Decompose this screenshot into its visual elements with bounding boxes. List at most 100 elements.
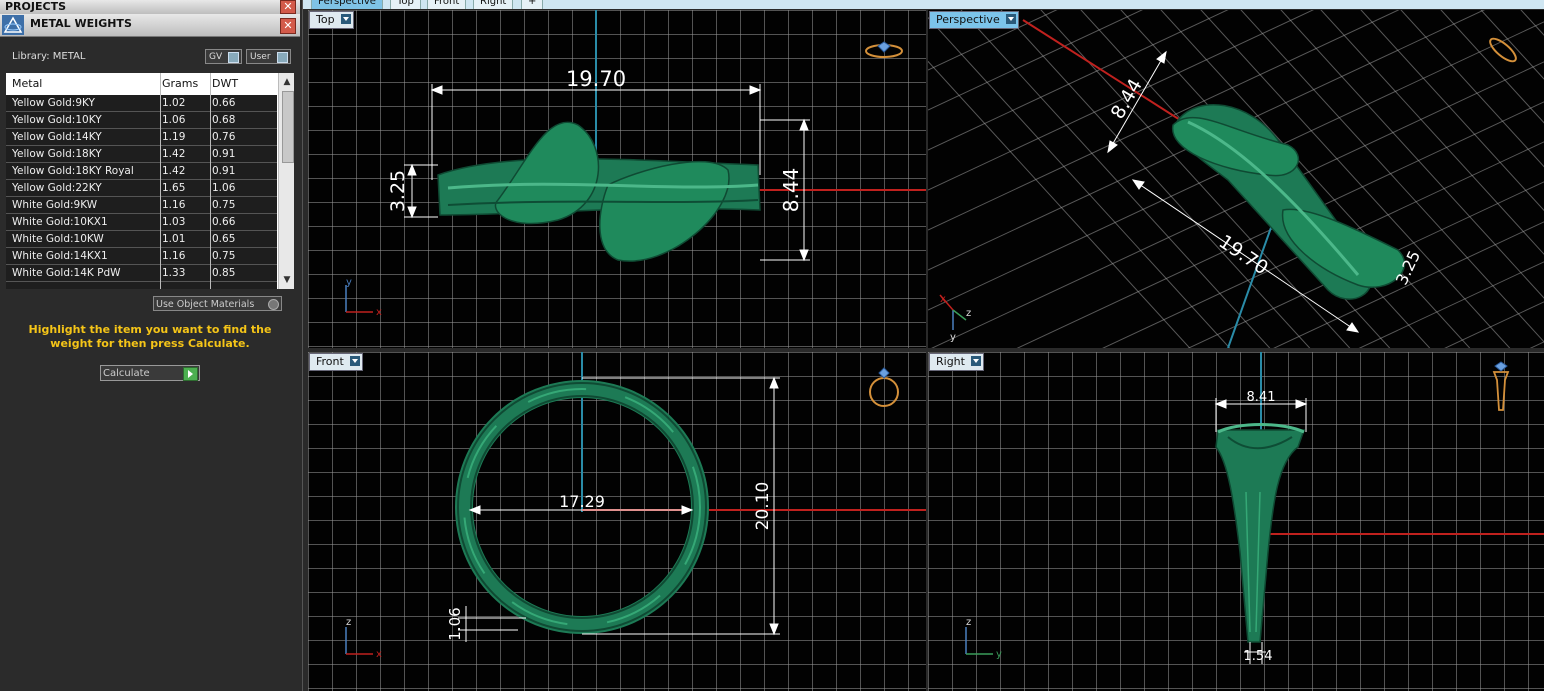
svg-text:y: y: [996, 649, 1002, 660]
right-view-canvas: 8.41 1.54 z y: [965, 352, 1544, 664]
scroll-up-icon[interactable]: ▲: [279, 75, 294, 89]
grams-cell: 1.01: [162, 233, 186, 245]
viewport-perspective[interactable]: 8.44 19.70 3.25 z x y Perspective: [928, 10, 1544, 348]
ring-model-perspective[interactable]: [1172, 103, 1406, 300]
viewport-label-perspective[interactable]: Perspective: [929, 11, 1019, 29]
metal-cell: Yellow Gold:22KY: [12, 182, 102, 194]
metal-cell: White Gold:10KX1: [12, 216, 108, 228]
column-header-dwt[interactable]: DWT: [212, 73, 238, 95]
table-row[interactable]: Yellow Gold:18KY Royal 1.42 0.91: [6, 163, 277, 180]
table-scrollbar[interactable]: ▲ ▼: [278, 73, 294, 289]
use-object-materials-toggle[interactable]: Use Object Materials: [153, 296, 282, 311]
table-row[interactable]: Yellow Gold:22KY 1.65 1.06: [6, 180, 277, 197]
perspective-view-canvas: 8.44 19.70 3.25 z x y: [928, 10, 1544, 348]
metal-cell: White Gold:14KX1: [12, 250, 108, 262]
panel-close-button[interactable]: ✕: [280, 18, 296, 34]
viewport-label-right[interactable]: Right: [929, 353, 984, 371]
grams-cell: 1.42: [162, 165, 186, 177]
tab-front[interactable]: Front: [427, 0, 467, 9]
metal-weights-panel: PROJECTS ✕ METAL WEIGHTS ✕ Library: META…: [0, 0, 303, 691]
dim-thickness-label: 1.06: [446, 607, 464, 640]
metal-cell: Yellow Gold:18KY: [12, 148, 102, 160]
grams-cell: 1.65: [162, 182, 186, 194]
dim-side-label: 3.25: [387, 170, 409, 212]
tab-right[interactable]: Right: [473, 0, 514, 9]
column-header-grams[interactable]: Grams: [162, 73, 198, 95]
table-row[interactable]: White Gold:14KX1 1.16 0.75: [6, 248, 277, 265]
toggle-knob-icon: [277, 52, 288, 63]
tab-top[interactable]: Top: [390, 0, 421, 9]
dim-bottom-label: 1.54: [1244, 649, 1273, 664]
radio-knob-icon: [268, 299, 279, 310]
use-object-materials-label: Use Object Materials: [156, 299, 255, 310]
dim-width-label: 8.41: [1247, 390, 1276, 405]
grams-cell: 1.16: [162, 199, 186, 211]
table-row[interactable]: Yellow Gold:9KY 1.02 0.66: [6, 95, 277, 112]
viewport-label-front[interactable]: Front: [309, 353, 363, 371]
dropdown-arrow-icon[interactable]: [349, 356, 360, 366]
svg-text:x: x: [940, 294, 946, 305]
metal-weights-header: METAL WEIGHTS ✕: [0, 14, 300, 37]
dim-height-label: 20.10: [753, 482, 773, 531]
dropdown-arrow-icon[interactable]: [340, 14, 351, 24]
table-header: Metal Grams DWT: [6, 73, 277, 95]
tab-perspective[interactable]: Perspective: [311, 0, 383, 9]
user-toggle-label: User: [250, 52, 271, 62]
column-header-metal[interactable]: Metal: [12, 73, 42, 95]
gv-toggle[interactable]: GV: [205, 49, 242, 64]
metal-cell: White Gold:9KW: [12, 199, 98, 211]
axis-gizmo: z x y: [939, 294, 971, 343]
table-row[interactable]: White Gold:10KX1 1.03 0.66: [6, 214, 277, 231]
top-view-canvas: 19.70 8.44 3.25 y x: [345, 10, 926, 318]
metal-cell: White Gold:10KW: [12, 233, 104, 245]
viewport-label-top[interactable]: Top: [309, 11, 354, 29]
viewport-right[interactable]: 8.41 1.54 z y Right: [928, 352, 1544, 691]
library-label: Library: METAL: [12, 51, 86, 62]
table-row[interactable]: [6, 282, 277, 289]
svg-text:z: z: [966, 308, 971, 319]
table-row[interactable]: Yellow Gold:14KY 1.19 0.76: [6, 129, 277, 146]
ring-thumbnail-icon: [869, 367, 899, 407]
viewport-front[interactable]: 17.29 20.10 1.06 z x Front: [308, 352, 926, 691]
viewport-top[interactable]: 19.70 8.44 3.25 y x Top: [308, 10, 926, 348]
grams-cell: 1.02: [162, 97, 186, 109]
calculate-label: Calculate: [103, 368, 150, 379]
table-row[interactable]: Yellow Gold:18KY 1.42 0.91: [6, 146, 277, 163]
viewport-label-text: Top: [316, 13, 335, 26]
tab-add[interactable]: +: [521, 0, 544, 9]
calculate-button[interactable]: Calculate: [100, 365, 200, 381]
scroll-thumb[interactable]: [282, 91, 294, 163]
dropdown-arrow-icon[interactable]: [1005, 14, 1016, 24]
ring-thumbnail-icon: [865, 41, 903, 58]
user-toggle[interactable]: User: [246, 49, 291, 64]
gv-toggle-label: GV: [209, 52, 223, 62]
dropdown-arrow-icon[interactable]: [970, 356, 981, 366]
app-logo-icon: [2, 15, 24, 35]
table-row[interactable]: Yellow Gold:10KY 1.06 0.68: [6, 112, 277, 129]
axis-gizmo: z y: [965, 617, 1002, 660]
dwt-cell: 0.91: [212, 165, 236, 177]
viewport-tab-bar: Perspective Top Front Right +: [303, 0, 1544, 9]
dwt-cell: 0.85: [212, 267, 236, 279]
instructions-text: Highlight the item you want to find the …: [28, 323, 272, 350]
grams-cell: 1.19: [162, 131, 186, 143]
metal-cell: Yellow Gold:10KY: [12, 114, 102, 126]
svg-text:x: x: [376, 649, 382, 660]
table-row[interactable]: White Gold:10KW 1.01 0.65: [6, 231, 277, 248]
scroll-down-icon[interactable]: ▼: [279, 273, 294, 287]
svg-text:x: x: [376, 307, 382, 318]
play-arrow-icon: [183, 367, 198, 381]
ring-thumbnail-icon: [1489, 37, 1517, 63]
table-row[interactable]: White Gold:14K PdW 1.33 0.85: [6, 265, 277, 282]
ring-model-top[interactable]: [437, 121, 761, 262]
projects-close-button[interactable]: ✕: [280, 0, 296, 14]
grams-cell: 1.03: [162, 216, 186, 228]
metal-cell: White Gold:14K PdW: [12, 267, 121, 279]
front-view-canvas: 17.29 20.10 1.06 z x: [345, 352, 926, 660]
grams-cell: 1.42: [162, 148, 186, 160]
grams-cell: 1.33: [162, 267, 186, 279]
table-row[interactable]: White Gold:9KW 1.16 0.75: [6, 197, 277, 214]
metal-cell: Yellow Gold:18KY Royal: [12, 165, 134, 177]
ring-thumbnail-icon: [1492, 361, 1510, 411]
dwt-cell: 0.66: [212, 97, 236, 109]
